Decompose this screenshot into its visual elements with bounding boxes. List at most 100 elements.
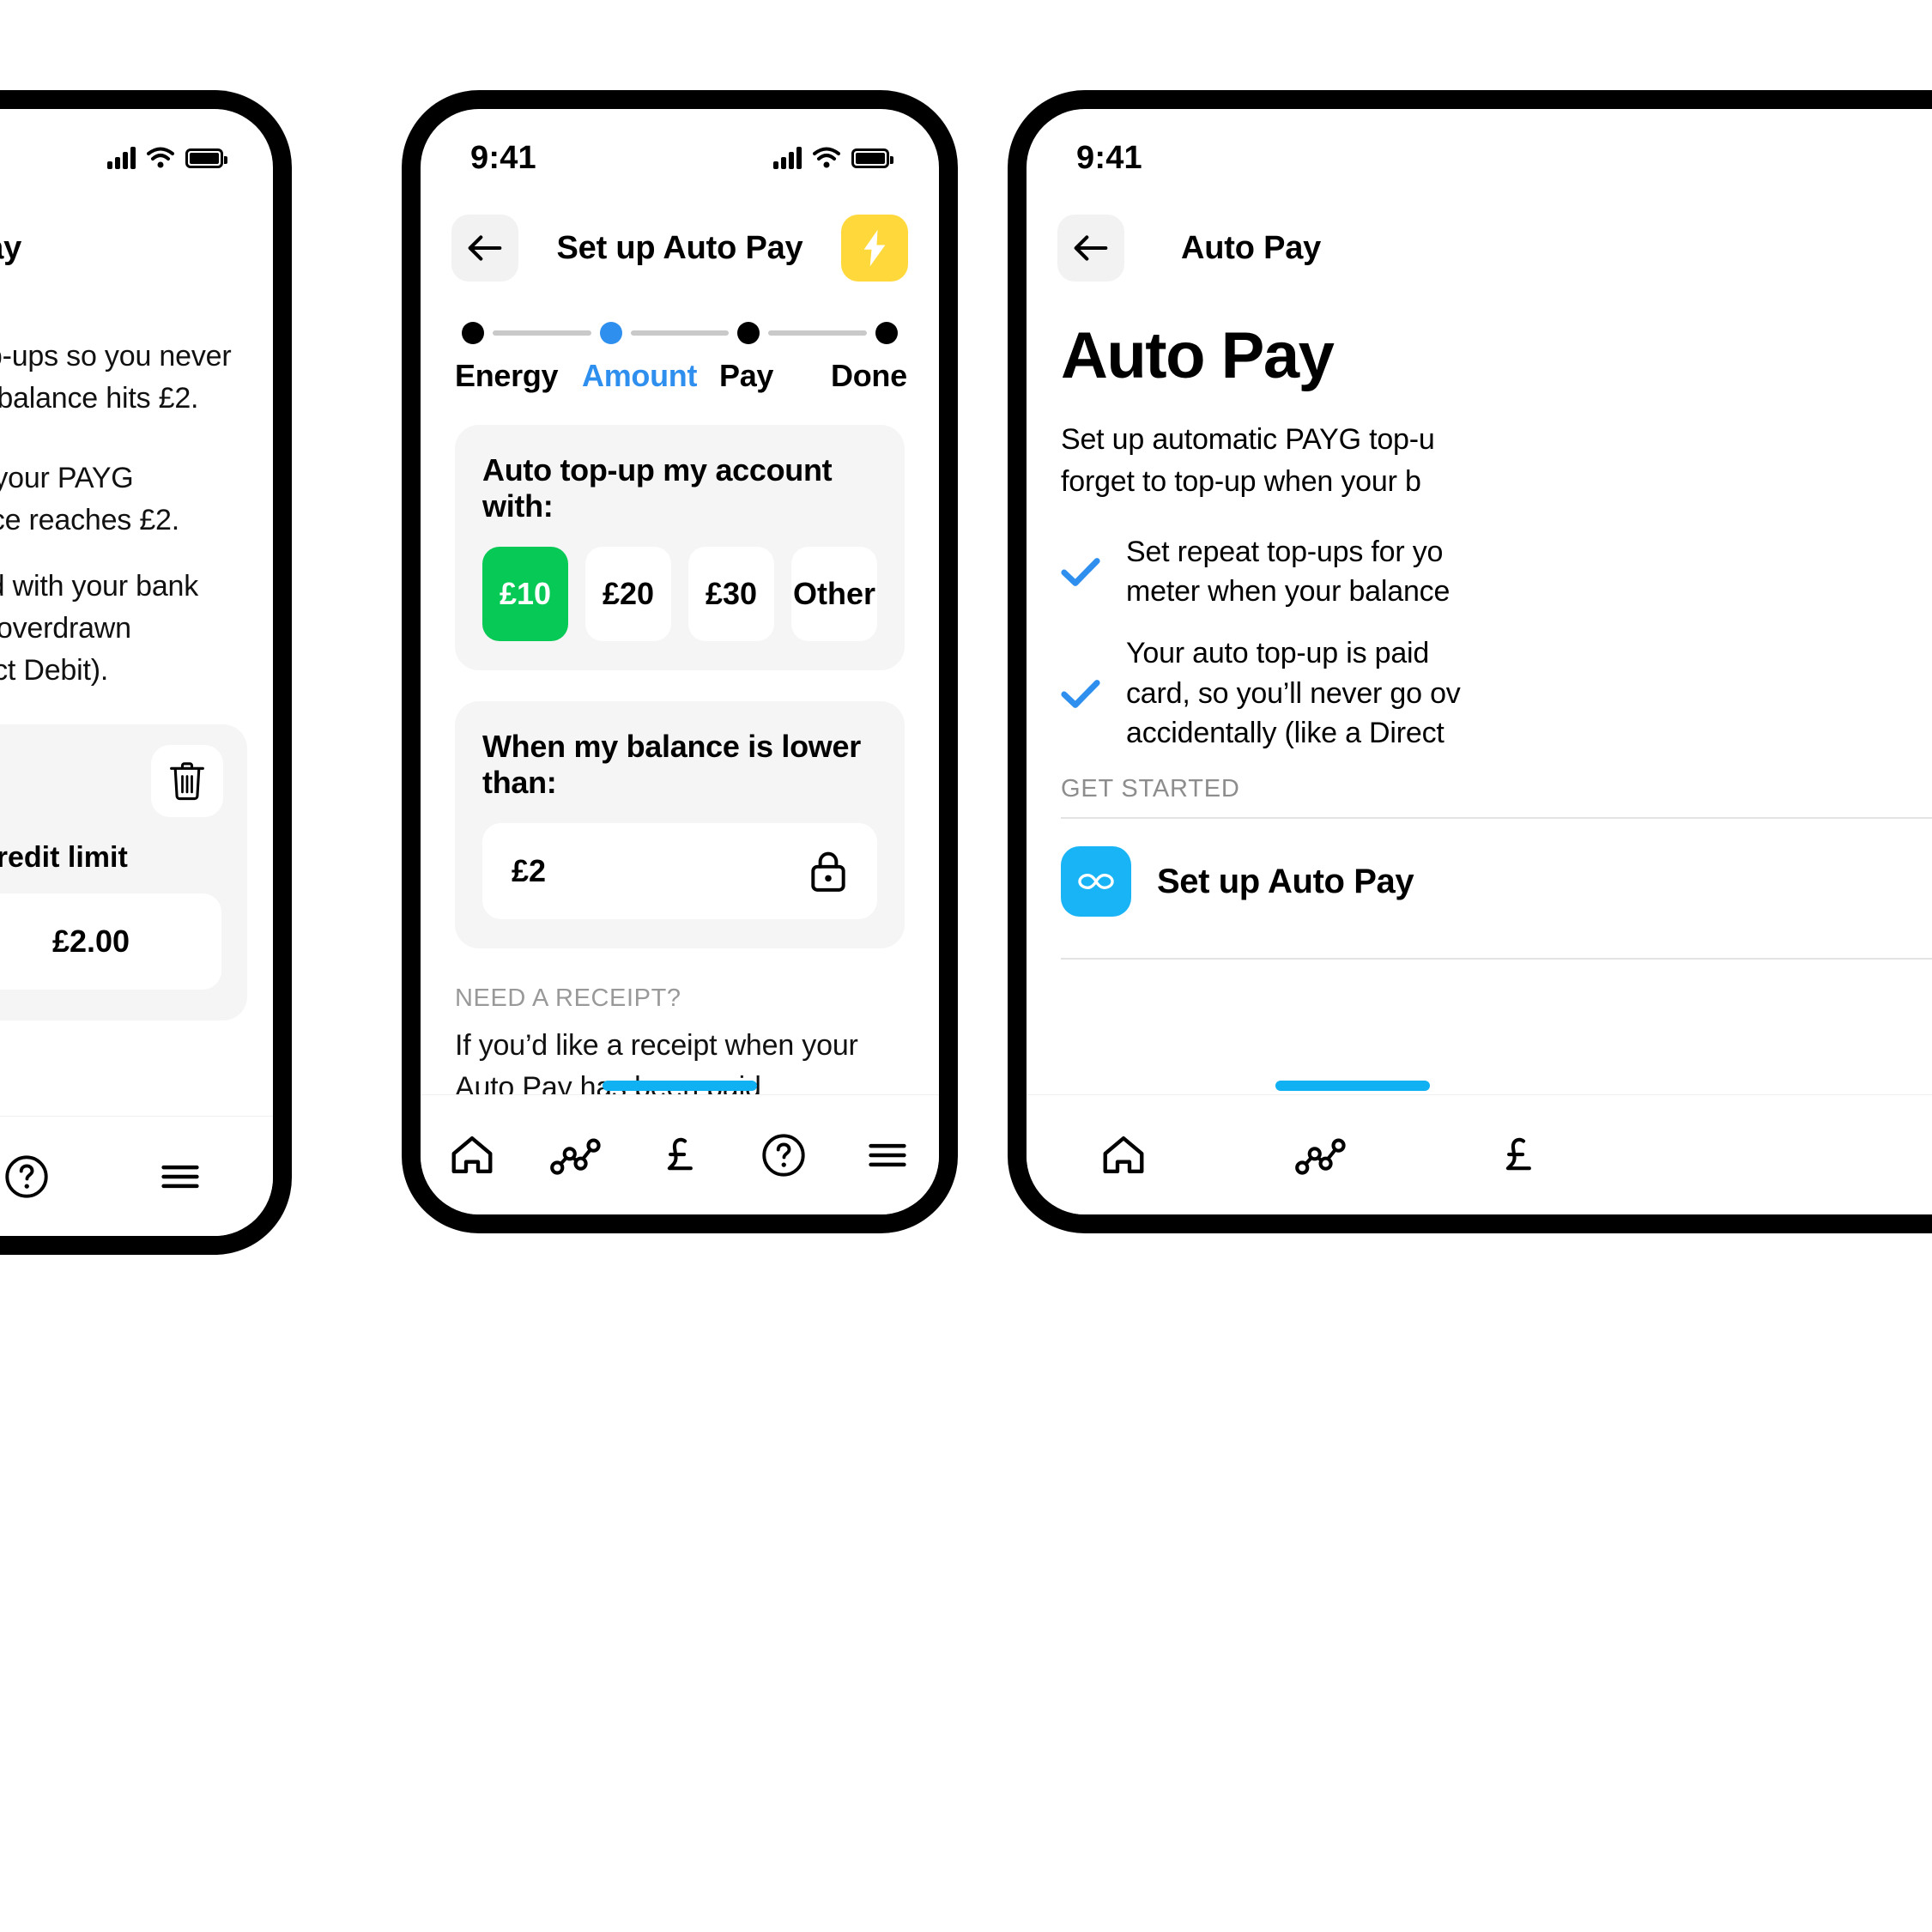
- left-paragraph-2: op-ups for your PAYG your balance reache…: [0, 457, 247, 542]
- left-page-title: Auto Pay: [0, 229, 22, 266]
- left-body: c PAYG top-ups so you never when your ba…: [0, 289, 273, 1021]
- left-tab-bar: [0, 1116, 273, 1236]
- center-status-time: 9:41: [470, 139, 536, 176]
- left-paragraph-3: o-up is paid with your bank ll never go …: [0, 566, 247, 692]
- right-back-button[interactable]: [1057, 215, 1124, 282]
- lightning-bolt-icon: [863, 229, 886, 267]
- left-para-line-5: o-up is paid with your bank: [0, 569, 199, 603]
- back-button[interactable]: [451, 215, 518, 282]
- step-label-amount[interactable]: Amount: [582, 358, 719, 394]
- step-label-done[interactable]: Done: [831, 358, 907, 394]
- back-arrow-icon: [1074, 235, 1108, 261]
- right-tab-home[interactable]: [1076, 1108, 1171, 1202]
- center-tab-payments[interactable]: [633, 1108, 727, 1202]
- step-dot-amount[interactable]: [599, 322, 622, 344]
- right-tab-payments[interactable]: [1471, 1108, 1566, 1202]
- usage-chart-icon: [550, 1138, 601, 1175]
- center-status-bar: 9:41: [421, 109, 939, 188]
- center-tab-menu[interactable]: [840, 1108, 935, 1202]
- topup-amount-card: Auto top-up my account with: £10 £20 £30…: [455, 425, 905, 670]
- back-arrow-icon: [468, 235, 502, 261]
- credit-limit-label: Credit limit: [0, 840, 128, 874]
- left-para-line-7: (like a Direct Debit).: [0, 653, 109, 687]
- right-body: Auto Pay Set up automatic PAYG top-u for…: [1027, 318, 1932, 960]
- left-status-icons: [107, 147, 227, 169]
- battery-icon: [185, 148, 227, 168]
- phone-center: 9:41 Set up Auto Pay Energy Amount Pay D…: [402, 90, 958, 1233]
- stepper-segment-1: [493, 330, 591, 336]
- center-tab-usage[interactable]: [529, 1108, 623, 1202]
- amount-option-other[interactable]: Other: [791, 547, 877, 641]
- benefit-item-1: Set repeat top-ups for yo meter when you…: [1061, 532, 1932, 611]
- screenshot-canvas: Auto Pay c PAYG top-ups so you never whe…: [0, 0, 1932, 1932]
- wifi-icon: [147, 147, 174, 168]
- stepper-labels: Energy Amount Pay Done: [455, 358, 907, 394]
- step-dot-pay[interactable]: [737, 322, 760, 344]
- left-tab-help[interactable]: [0, 1130, 70, 1224]
- benefit-2-line-3: accidentally (like a Direct: [1126, 716, 1444, 749]
- step-dot-energy[interactable]: [462, 322, 484, 344]
- check-icon: [1061, 558, 1100, 587]
- delete-button[interactable]: [151, 744, 223, 817]
- center-home-indicator: [603, 1081, 757, 1091]
- step-label-energy[interactable]: Energy: [455, 358, 582, 394]
- right-tab-bar: [1027, 1094, 1932, 1214]
- left-credit-limit-card: Credit limit £2.00: [0, 724, 247, 1021]
- setup-auto-pay-label: Set up Auto Pay: [1157, 862, 1414, 900]
- left-status-bar: [0, 109, 273, 188]
- wifi-icon: [813, 147, 840, 168]
- stepper-track: [455, 322, 905, 344]
- home-icon: [451, 1136, 493, 1173]
- phone-right: 9:41 Auto Pay Auto Pay Set up automatic …: [1008, 90, 1932, 1233]
- credit-limit-fields: £2.00: [0, 893, 221, 990]
- pound-icon: [667, 1137, 693, 1170]
- left-para-line-6: ll never go overdrawn: [0, 611, 131, 645]
- left-para-line-3: op-ups for your PAYG: [0, 461, 134, 494]
- right-intro-line-2: forget to top-up when your b: [1061, 464, 1421, 498]
- benefit-2-line-2: card, so you’ll never go ov: [1126, 676, 1461, 710]
- balance-threshold-value: £2: [512, 853, 547, 888]
- pound-icon: [1505, 1137, 1531, 1170]
- setup-auto-pay-row[interactable]: Set up Auto Pay: [1061, 819, 1932, 944]
- left-para-line-1: c PAYG top-ups so you never: [0, 340, 232, 372]
- boost-button[interactable]: [841, 215, 908, 282]
- right-tab-usage[interactable]: [1274, 1108, 1368, 1202]
- trash-icon: [170, 761, 204, 800]
- phone-center-screen: 9:41 Set up Auto Pay Energy Amount Pay D…: [421, 109, 939, 1214]
- benefit-text-2: Your auto top-up is paid card, so you’ll…: [1126, 633, 1461, 753]
- stepper-segment-3: [768, 330, 868, 336]
- topup-amount-heading: Auto top-up my account with:: [482, 452, 833, 524]
- phone-left: Auto Pay c PAYG top-ups so you never whe…: [0, 90, 292, 1255]
- signal-bars-icon: [773, 147, 802, 169]
- phone-left-screen: Auto Pay c PAYG top-ups so you never whe…: [0, 109, 273, 1236]
- home-icon: [1103, 1136, 1144, 1173]
- menu-icon: [868, 1143, 906, 1166]
- center-tab-help[interactable]: [736, 1108, 831, 1202]
- right-status-bar: 9:41: [1027, 109, 1932, 188]
- balance-threshold-field[interactable]: £2: [482, 823, 877, 919]
- left-paragraph-1: c PAYG top-ups so you never when your ba…: [0, 336, 247, 420]
- benefit-text-1: Set repeat top-ups for yo meter when you…: [1126, 532, 1450, 611]
- credit-limit-value[interactable]: £2.00: [0, 893, 221, 990]
- lock-icon: [811, 851, 845, 892]
- amount-option-20[interactable]: £20: [585, 547, 671, 641]
- left-tab-menu[interactable]: [138, 1130, 223, 1224]
- step-dot-done[interactable]: [875, 322, 899, 344]
- left-para-line-4: your balance reaches £2.: [0, 503, 180, 536]
- balance-threshold-heading: When my balance is lower than:: [482, 729, 861, 800]
- topup-amount-options: £10 £20 £30 Other: [482, 547, 877, 641]
- balance-threshold-card: When my balance is lower than: £2: [455, 701, 905, 948]
- benefit-2-line-1: Your auto top-up is paid: [1126, 637, 1430, 670]
- right-page-title: Auto Pay: [1181, 229, 1322, 266]
- step-label-pay[interactable]: Pay: [719, 358, 831, 394]
- center-tab-home[interactable]: [425, 1108, 519, 1202]
- usage-chart-icon: [1295, 1138, 1346, 1175]
- center-tab-bar: [421, 1094, 939, 1214]
- benefit-1-line-1: Set repeat top-ups for yo: [1126, 535, 1444, 568]
- benefits-list: Set repeat top-ups for yo meter when you…: [1061, 532, 1932, 753]
- amount-option-10[interactable]: £10: [482, 547, 568, 641]
- amount-option-30[interactable]: £30: [688, 547, 774, 641]
- left-para-line-2: when your balance hits £2.: [0, 381, 199, 415]
- right-intro-line-1: Set up automatic PAYG top-u: [1061, 423, 1435, 456]
- left-navbar: Auto Pay: [0, 188, 273, 289]
